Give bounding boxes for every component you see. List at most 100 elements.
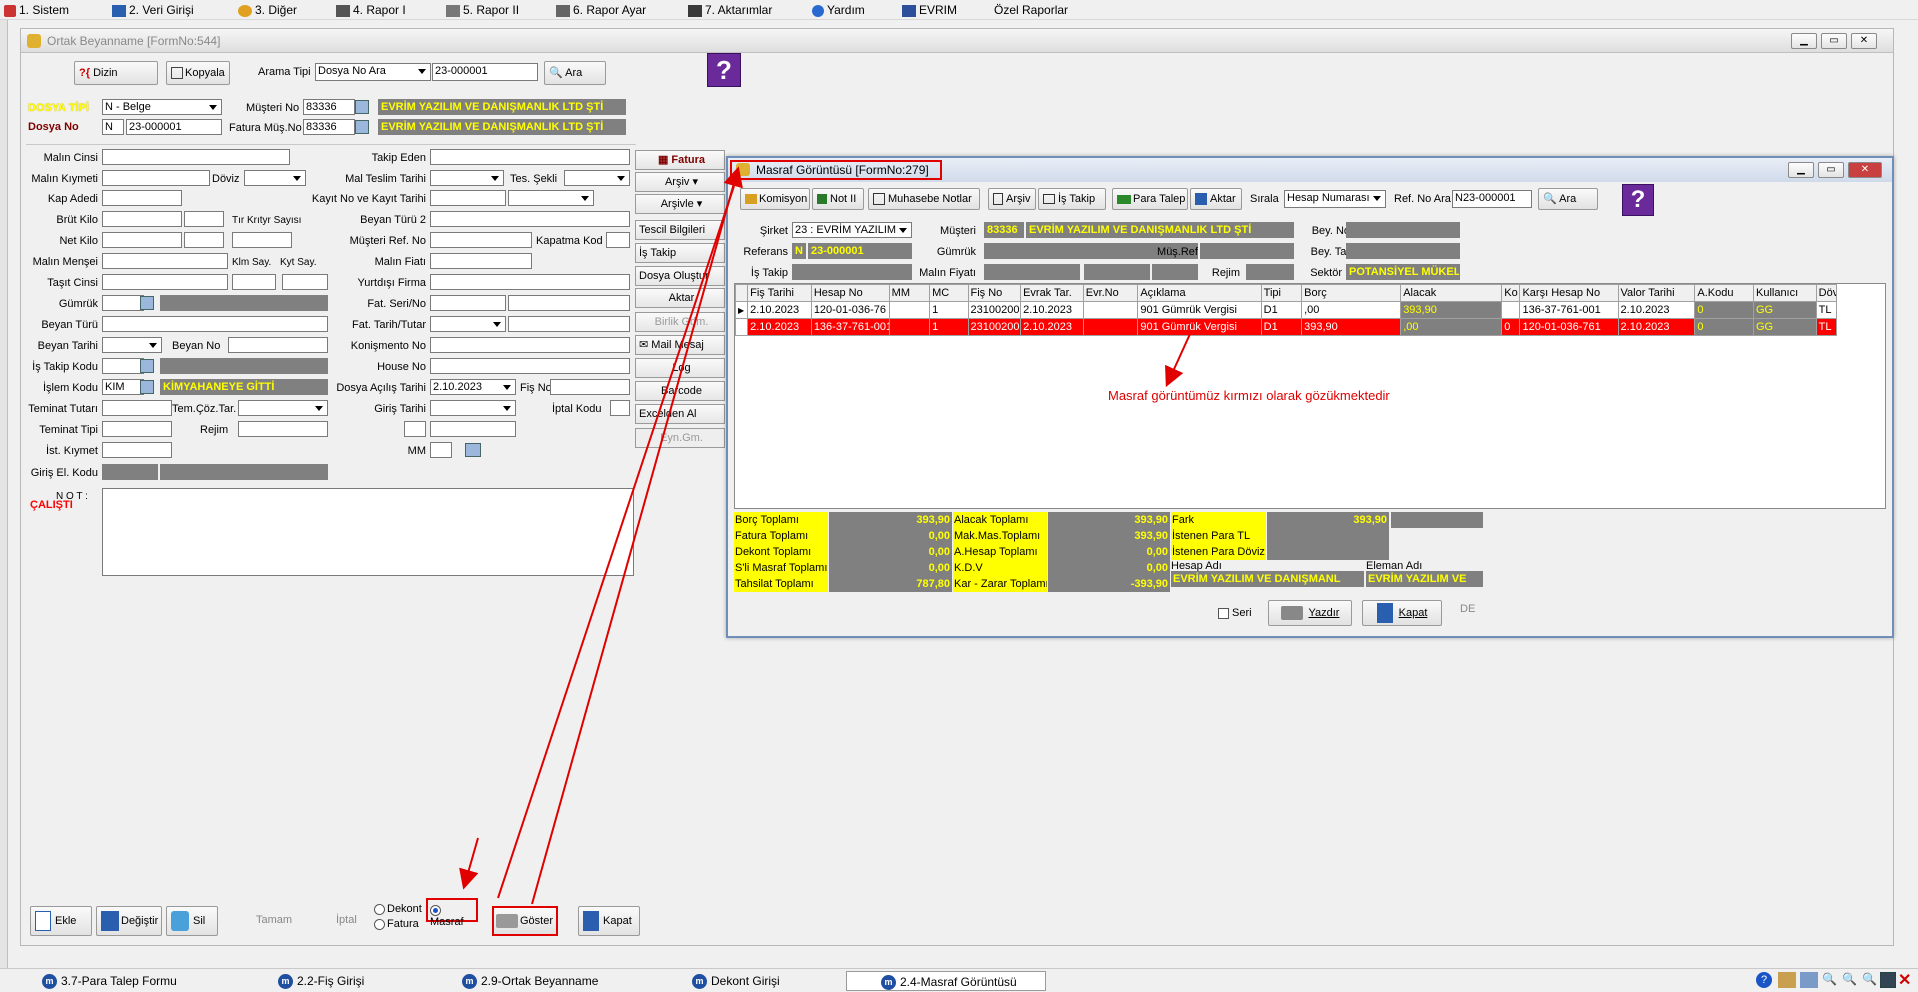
masraf-kapat-button[interactable]: Kapat: [1362, 600, 1442, 626]
giris-saat-input[interactable]: [430, 421, 516, 437]
dekont-radio[interactable]: Dekont: [374, 903, 422, 915]
task-dekont-girisi[interactable]: m Dekont Girişi: [692, 971, 780, 991]
masraf-arsiv-button[interactable]: Arşiv: [988, 188, 1036, 210]
malin-cinsi-input[interactable]: [102, 149, 290, 165]
maximize-button[interactable]: ▭: [1821, 33, 1847, 49]
fat-no-input[interactable]: [508, 295, 630, 311]
kapatma-kod-input[interactable]: [606, 232, 630, 248]
musteri-ref-input[interactable]: [430, 232, 532, 248]
column-header[interactable]: Döv: [1815, 284, 1838, 302]
yazdir-button[interactable]: Yazdır: [1268, 600, 1352, 626]
masraf-is-takip-button[interactable]: İş Takip: [1038, 188, 1106, 210]
kapat-button[interactable]: Kapat: [578, 906, 640, 936]
eyn-gm-button[interactable]: Eyn.Gm.: [635, 428, 725, 448]
masraf-radio[interactable]: Masraf: [426, 898, 478, 928]
column-header[interactable]: A.Kodu: [1694, 284, 1754, 302]
takip-eden-input[interactable]: [430, 149, 630, 165]
column-header[interactable]: Fiş No: [967, 284, 1022, 302]
task-fis-girisi[interactable]: m 2.2-Fiş Girişi: [278, 971, 364, 991]
dosya-no-prefix[interactable]: N: [102, 119, 124, 135]
ref-no-input[interactable]: N23-000001: [1452, 190, 1532, 208]
mail-mesaj-button[interactable]: ✉ Mail Mesaj: [635, 335, 725, 355]
excelden-al-button[interactable]: Excelden Al: [635, 404, 725, 424]
grid-icon[interactable]: [1800, 972, 1818, 988]
teminat-tipi-input[interactable]: [102, 421, 172, 437]
aktar-button[interactable]: Aktar: [635, 288, 725, 308]
menu-veri-girisi[interactable]: 2. Veri Girişi: [112, 3, 194, 17]
dosya-acilis-select[interactable]: 2.10.2023: [430, 379, 516, 395]
tem-coz-select[interactable]: [238, 400, 328, 416]
brut-kilo-unit[interactable]: [184, 211, 224, 227]
fat-seri-input[interactable]: [430, 295, 506, 311]
konismento-input[interactable]: [430, 337, 630, 353]
muhasebe-notlar-button[interactable]: Muhasebe Notlar: [868, 188, 980, 210]
column-header[interactable]: Kullanıcı: [1752, 284, 1817, 302]
giris-tarihi-select[interactable]: [430, 400, 516, 416]
doviz-select[interactable]: [244, 170, 306, 186]
kap-adedi-input[interactable]: [102, 190, 182, 206]
iptal-button[interactable]: İptal: [336, 914, 357, 926]
tir-input[interactable]: [232, 232, 292, 248]
users-icon[interactable]: [1778, 972, 1796, 988]
column-header[interactable]: Borç: [1301, 284, 1402, 302]
sil-button[interactable]: Sil: [166, 906, 218, 936]
row-indicator[interactable]: [734, 318, 749, 336]
column-header[interactable]: Açıklama: [1137, 284, 1262, 302]
column-header[interactable]: MC: [929, 284, 969, 302]
arsiv-button[interactable]: Arşiv ▾: [635, 172, 725, 192]
sirala-select[interactable]: Hesap Numarası: [1284, 190, 1386, 208]
search-input[interactable]: 23-000001: [432, 63, 538, 81]
kayit-tarihi-select[interactable]: [508, 190, 594, 206]
mm-input[interactable]: [430, 442, 452, 458]
beyan-turu2-input[interactable]: [430, 211, 630, 227]
is-takip-lookup-icon[interactable]: [140, 359, 154, 373]
ara-button[interactable]: 🔍 Ara: [544, 61, 606, 85]
brut-kilo-input[interactable]: [102, 211, 182, 227]
tasit-cinsi-input[interactable]: [102, 274, 228, 290]
menu-rapor-ayar[interactable]: 6. Rapor Ayar: [556, 3, 646, 17]
not-textarea[interactable]: [102, 488, 634, 576]
zoom-out-icon[interactable]: 🔍: [1842, 972, 1858, 988]
column-header[interactable]: Tipi: [1260, 284, 1303, 302]
help-question-icon[interactable]: ?: [707, 53, 741, 87]
left-splitter[interactable]: [0, 20, 8, 968]
not-button[interactable]: Not II: [812, 188, 864, 210]
ekle-button[interactable]: Ekle: [30, 906, 92, 936]
fatura-radio[interactable]: Fatura: [374, 918, 419, 930]
musteri-lookup-icon[interactable]: [355, 100, 369, 114]
table-row[interactable]: ▶ 2.10.2023 120-01-036-76 1 23100200 2.10.202…: [734, 301, 1838, 319]
giris-el-kodu-input[interactable]: [102, 464, 158, 480]
column-header[interactable]: Karşı Hesap No: [1519, 284, 1619, 302]
teminat-tutari-input[interactable]: [102, 400, 172, 416]
beyan-turu-input[interactable]: [102, 316, 328, 332]
column-header[interactable]: Evrak Tar.: [1020, 284, 1084, 302]
column-header[interactable]: Valor Tarihi: [1617, 284, 1696, 302]
iptal-kodu-input[interactable]: [610, 400, 630, 416]
is-takip-button[interactable]: İş Takip: [635, 243, 725, 263]
net-kilo-unit[interactable]: [184, 232, 224, 248]
islem-kodu-input[interactable]: KIM: [102, 379, 144, 395]
is-takip-kodu-input[interactable]: [102, 358, 144, 374]
dizin-button[interactable]: ?{ Dizin: [74, 61, 158, 85]
bey-no-input[interactable]: [1346, 222, 1460, 238]
column-header[interactable]: MM: [888, 284, 931, 302]
rejim-input[interactable]: [238, 421, 328, 437]
islem-kodu-lookup-icon[interactable]: [140, 380, 154, 394]
column-header[interactable]: Fiş Tarihi: [747, 284, 812, 302]
para-talep-button[interactable]: Para Talep: [1112, 188, 1188, 210]
column-header[interactable]: Ko: [1501, 284, 1521, 302]
seri-checkbox[interactable]: Seri: [1218, 607, 1252, 619]
kopyala-button[interactable]: Kopyala: [166, 61, 230, 85]
column-header[interactable]: Hesap No: [810, 284, 890, 302]
menu-diger[interactable]: 3. Diğer: [238, 3, 297, 17]
beyan-no-input[interactable]: [228, 337, 328, 353]
tes-sekli-select[interactable]: [564, 170, 630, 186]
row-indicator[interactable]: ▶: [734, 301, 749, 319]
close-button[interactable]: ✕: [1851, 33, 1877, 49]
sirket-select[interactable]: 23 : EVRİM YAZILIM: [792, 222, 912, 238]
close-icon[interactable]: ✕: [1898, 970, 1914, 989]
dosya-olustur-button[interactable]: Dosya Oluştur: [635, 266, 725, 286]
musteri-no-input[interactable]: 83336: [303, 99, 355, 115]
fat-tutar-input[interactable]: [508, 316, 630, 332]
menu-sistem[interactable]: 1. Sistem: [4, 3, 69, 17]
